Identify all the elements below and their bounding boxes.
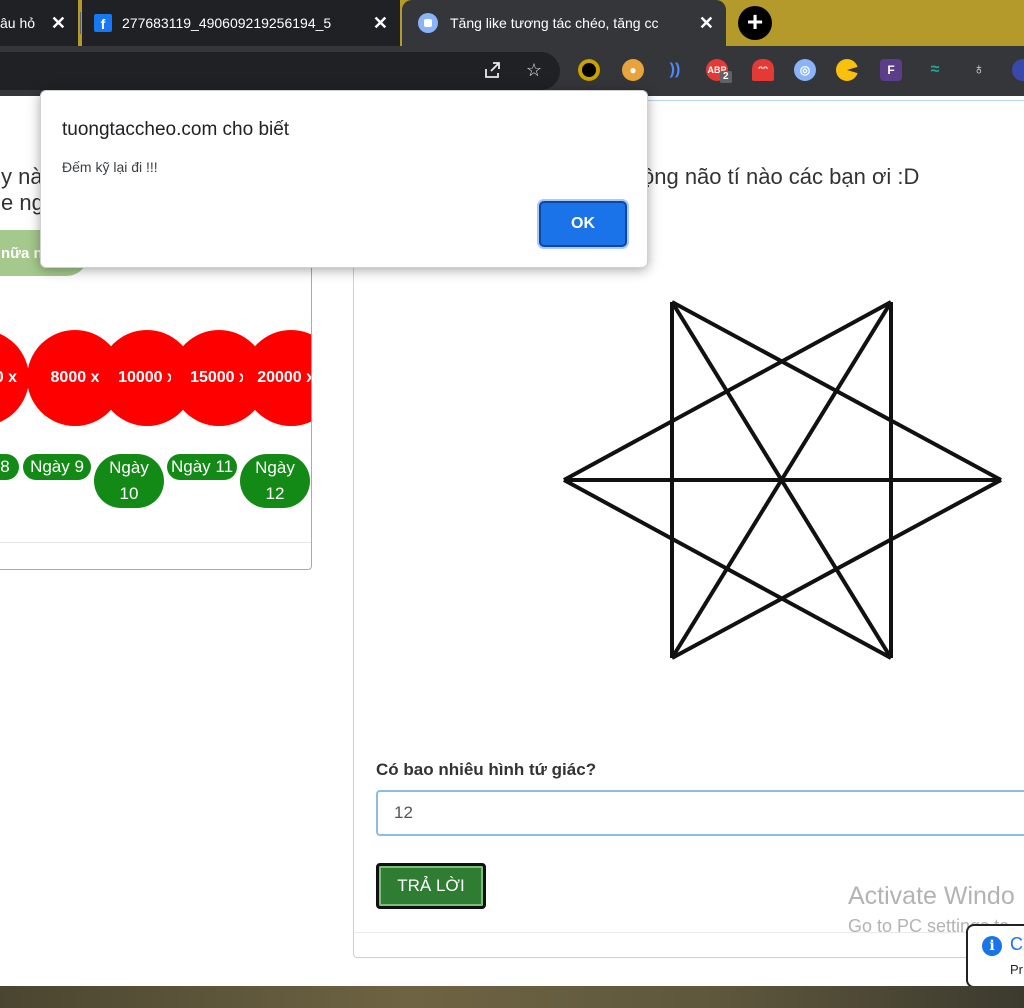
notification-popup[interactable]: i C Pr bbox=[966, 924, 1024, 988]
tab-strip: âu hỏ ✕ f 277683119_490609219256194_5 ✕ … bbox=[0, 0, 1024, 46]
share-icon[interactable] bbox=[480, 58, 504, 82]
activation-watermark-title: Activate Windo bbox=[848, 882, 1015, 910]
tab-tuongtaccheo[interactable]: Tăng like tương tác chéo, tăng cc ✕ bbox=[402, 0, 726, 46]
ghost-icon[interactable]: ᵔᵔ bbox=[752, 59, 774, 81]
alert-dialog: tuongtaccheo.com cho biết Đếm kỹ lại đi … bbox=[40, 90, 648, 268]
tab-question[interactable]: âu hỏ ✕ bbox=[0, 0, 78, 46]
f-icon[interactable]: F bbox=[880, 59, 902, 81]
day-badge: Ngày 10 bbox=[94, 454, 164, 508]
reward-circle: 0 x bbox=[0, 330, 29, 426]
tab-close-icon[interactable]: ✕ bbox=[373, 13, 388, 34]
tab-close-icon[interactable]: ✕ bbox=[699, 13, 714, 34]
six-point-star-figure bbox=[563, 300, 1002, 660]
browser-toolbar: ☆ ● )) ABP 2 ᵔᵔ ◎ F ≈ ♁ bbox=[0, 46, 1024, 96]
day-badge: 8 bbox=[0, 454, 19, 480]
tab-close-icon[interactable]: ✕ bbox=[51, 13, 66, 34]
tab-title: 277683119_490609219256194_5 bbox=[122, 15, 332, 31]
dialog-origin: tuongtaccheo.com cho biết bbox=[62, 119, 290, 140]
notification-text: Pr bbox=[1010, 962, 1023, 977]
waves-icon[interactable]: )) bbox=[664, 59, 686, 81]
panel-divider bbox=[0, 542, 311, 543]
star-icon[interactable]: ☆ bbox=[522, 58, 546, 82]
answer-input[interactable]: 12 bbox=[376, 790, 1024, 836]
day-badge: Ngày 11 bbox=[167, 454, 237, 480]
wave-extension-icon[interactable]: ≈ bbox=[924, 59, 946, 81]
search-extension-icon[interactable]: ◎ bbox=[794, 59, 816, 81]
notification-title: C bbox=[1010, 934, 1023, 954]
pacman-icon[interactable] bbox=[836, 59, 858, 81]
adblock-icon[interactable]: ABP 2 bbox=[706, 59, 732, 83]
mushroom-icon[interactable]: ● bbox=[622, 59, 644, 81]
quiz-question: Có bao nhiêu hình tứ giác? bbox=[376, 760, 597, 779]
desktop-taskbar bbox=[0, 986, 1024, 1008]
submit-answer-button[interactable]: TRẢ LỜI bbox=[376, 863, 486, 909]
extension-badge: 2 bbox=[720, 71, 732, 83]
facebook-icon: f bbox=[94, 14, 112, 32]
tab-title: âu hỏ bbox=[0, 15, 36, 31]
info-icon: i bbox=[982, 936, 1002, 956]
site-favicon-icon bbox=[418, 13, 438, 33]
ok-button[interactable]: OK bbox=[539, 201, 627, 247]
coin-icon[interactable] bbox=[578, 59, 600, 81]
dialog-message: Đếm kỹ lại đi !!! bbox=[62, 159, 158, 175]
tab-separator bbox=[80, 12, 81, 34]
bulb-icon[interactable]: ♁ bbox=[968, 59, 990, 81]
tab-title: Tăng like tương tác chéo, tăng cc bbox=[450, 15, 659, 31]
day-badge: Ngày 9 bbox=[23, 454, 91, 480]
tab-facebook-image[interactable]: f 277683119_490609219256194_5 ✕ bbox=[82, 0, 400, 46]
profile-icon[interactable] bbox=[1012, 59, 1024, 81]
new-tab-button[interactable]: + bbox=[738, 6, 772, 40]
quiz-heading: ộng não tí nào các bạn ơi :D bbox=[642, 164, 920, 189]
day-badge: Ngày 12 bbox=[240, 454, 310, 508]
address-bar[interactable] bbox=[0, 52, 560, 90]
